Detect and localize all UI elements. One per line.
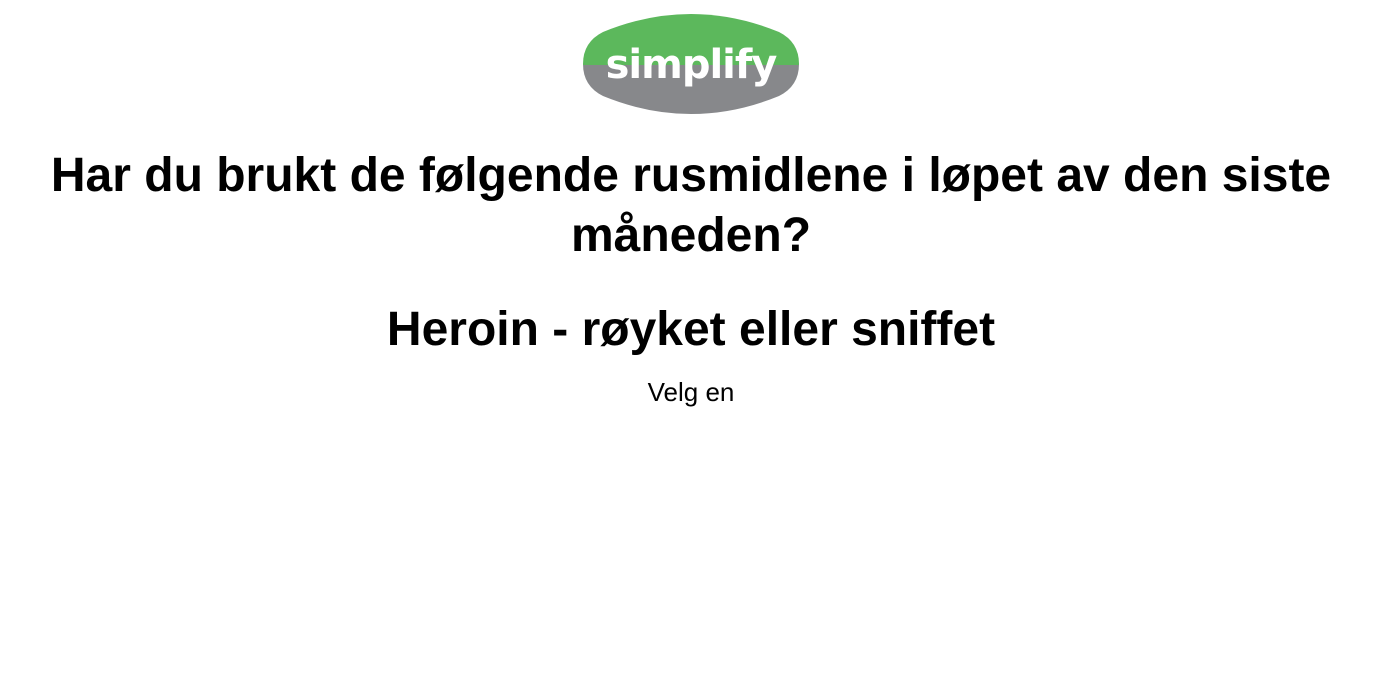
logo-wordmark: simplify <box>606 42 778 88</box>
survey-page: simplify Har du brukt de følgende rusmid… <box>0 0 1382 683</box>
substance-title: Heroin - røyket eller sniffet <box>386 303 996 356</box>
question-heading: Har du brukt de følgende rusmidlene i lø… <box>50 149 1332 262</box>
simplify-logo: simplify <box>583 10 799 119</box>
select-one-instruction: Velg en <box>647 377 735 407</box>
